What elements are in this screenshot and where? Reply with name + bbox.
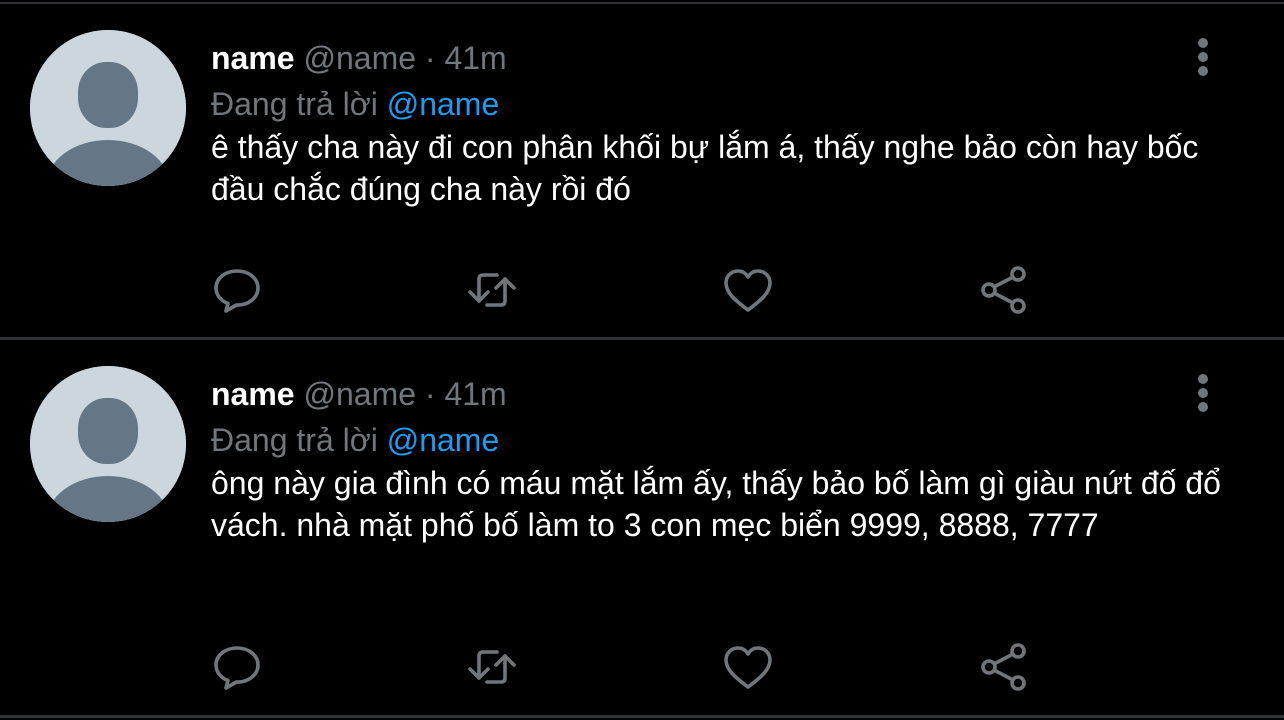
share-icon (981, 643, 1026, 691)
more-icon-dot (1198, 402, 1208, 412)
reply-text: ông này gia đình có máu mặt lắm ấy, thấy… (211, 465, 1221, 543)
like-icon (724, 269, 772, 312)
more-icon (1198, 374, 1208, 384)
action-bar (212, 266, 1052, 314)
timestamp[interactable]: 41m (444, 40, 506, 76)
retweet-icon (468, 650, 516, 684)
like-icon (724, 646, 772, 689)
bottom-divider (0, 715, 1284, 718)
separator-dot: · (424, 40, 436, 76)
reply-button[interactable] (212, 643, 264, 691)
share-button[interactable] (978, 643, 1030, 691)
display-name[interactable]: name (211, 376, 295, 412)
separator-dot: · (424, 376, 436, 412)
mention-link[interactable]: @name (387, 422, 500, 458)
share-button[interactable] (978, 266, 1030, 314)
reply-tweet[interactable]: name @name · 41m Đang trả lời @name ông … (0, 340, 1284, 691)
more-icon-dot (1198, 52, 1208, 62)
avatar[interactable] (30, 30, 186, 186)
user-handle[interactable]: @name (303, 40, 416, 76)
mention-link[interactable]: @name (387, 86, 500, 122)
retweet-icon (468, 273, 516, 307)
avatar[interactable] (30, 366, 186, 522)
reply-content: name @name · 41m Đang trả lời @name ê th… (211, 38, 1211, 210)
replying-to-line: Đang trả lời @name (211, 84, 1211, 124)
reply-header: name @name · 41m (211, 374, 1211, 414)
reply-tweet[interactable]: name @name · 41m Đang trả lời @name ê th… (0, 4, 1284, 340)
share-icon (981, 266, 1026, 314)
reply-header: name @name · 41m (211, 38, 1211, 78)
more-icon-dot (1198, 388, 1208, 398)
more-icon-dot (1198, 66, 1208, 76)
reply-icon (214, 646, 260, 690)
like-button[interactable] (722, 643, 774, 691)
reply-text: ê thấy cha này đi con phân khối bự lắm á… (211, 129, 1199, 207)
timestamp[interactable]: 41m (444, 376, 506, 412)
more-icon (1198, 38, 1208, 48)
replying-to-label: Đang trả lời (211, 86, 378, 122)
replying-to-line: Đang trả lời @name (211, 420, 1211, 460)
default-profile-icon (30, 366, 186, 522)
action-bar (212, 643, 1052, 691)
replying-to-label: Đang trả lời (211, 422, 378, 458)
retweet-button[interactable] (466, 266, 518, 314)
user-handle[interactable]: @name (303, 376, 416, 412)
default-profile-icon (30, 30, 186, 186)
more-options-button[interactable] (1184, 370, 1222, 418)
reply-icon (214, 269, 260, 313)
reply-feed: name @name · 41m Đang trả lời @name ê th… (0, 0, 1284, 720)
like-button[interactable] (722, 266, 774, 314)
reply-button[interactable] (212, 266, 264, 314)
display-name[interactable]: name (211, 40, 295, 76)
reply-content: name @name · 41m Đang trả lời @name ông … (211, 374, 1221, 546)
more-options-button[interactable] (1184, 34, 1222, 82)
retweet-button[interactable] (466, 643, 518, 691)
